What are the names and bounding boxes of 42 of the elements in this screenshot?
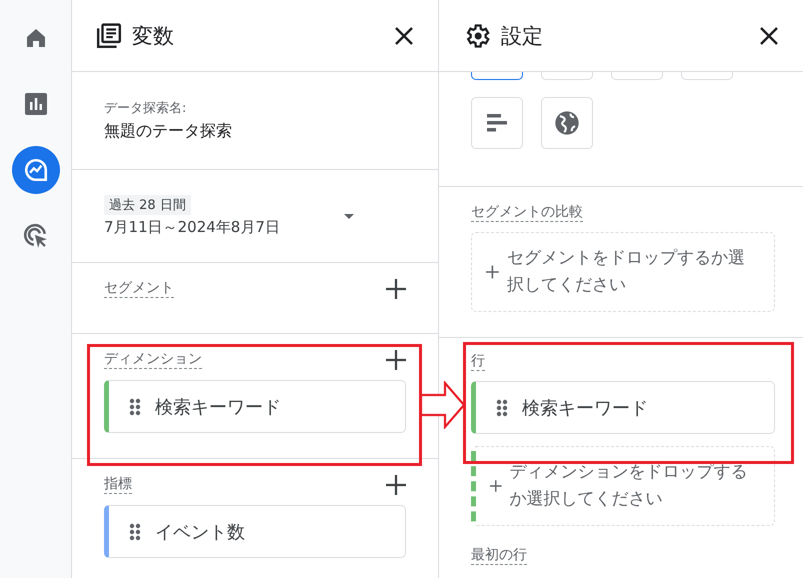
segment-drop-zone[interactable]: セグメントをドロップするか選択してください <box>471 232 775 312</box>
bar-chart-icon <box>487 114 507 132</box>
globe-icon <box>553 109 581 137</box>
add-button[interactable] <box>386 279 406 299</box>
dimension-drop-zone[interactable]: ディメンションをドロップするか選択してください <box>471 446 775 526</box>
dimension-chip[interactable]: 検索キーワード <box>471 381 775 434</box>
section-label: 行 <box>471 352 485 371</box>
close-icon <box>759 26 779 46</box>
plus-icon <box>490 477 502 495</box>
chip-label: 検索キーワード <box>522 396 648 420</box>
add-button[interactable] <box>386 350 406 370</box>
plus-icon <box>386 475 406 495</box>
list-icon <box>96 22 122 48</box>
cursor-target-icon <box>22 223 48 249</box>
plus-icon <box>386 279 406 299</box>
arrow-drawing <box>420 381 466 429</box>
section-label: セグメント <box>104 279 174 298</box>
explore-icon <box>22 157 48 183</box>
plus-icon <box>386 350 406 370</box>
add-button[interactable] <box>386 475 406 495</box>
section-label: 最初の行 <box>471 546 527 565</box>
drag-handle-icon <box>496 398 508 416</box>
field-label: データ探索名: <box>104 100 188 117</box>
drag-handle-icon <box>129 398 141 416</box>
section-label: 指標 <box>104 475 132 494</box>
section-label: ディメンション <box>104 350 202 369</box>
bar-chart-icon <box>24 92 48 116</box>
chip-label: 検索キーワード <box>155 396 281 418</box>
section-label: セグメントの比較 <box>471 203 583 222</box>
date-preset-chip: 過去 28 日間 <box>104 195 191 215</box>
panel-title: 設定 <box>501 22 544 50</box>
drag-handle-icon <box>129 522 141 540</box>
caret-icon <box>344 214 354 218</box>
dimension-chip[interactable]: 検索キーワード <box>104 380 406 433</box>
metric-chip[interactable]: イベント数 <box>104 505 406 558</box>
close-icon <box>394 26 414 46</box>
exploration-name[interactable]: 無題のテータ探索 <box>104 121 406 142</box>
nav-button[interactable] <box>12 146 60 194</box>
chip-label: イベント数 <box>155 520 245 544</box>
date-range: 7月11日～2024年8月7日 <box>104 218 280 237</box>
panel-title: 変数 <box>132 22 175 50</box>
plus-icon <box>486 263 499 281</box>
